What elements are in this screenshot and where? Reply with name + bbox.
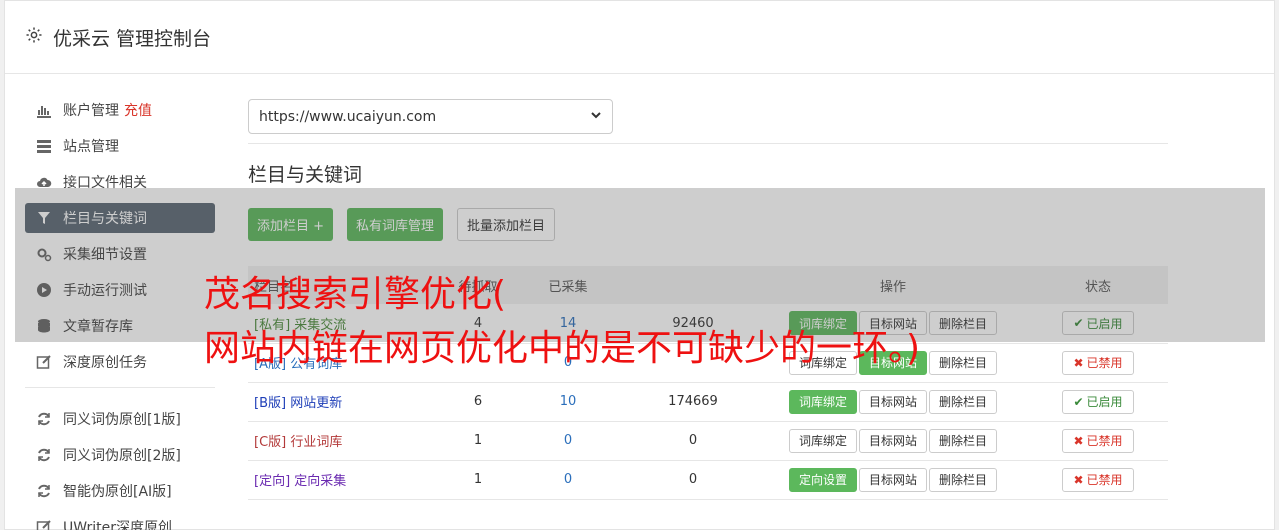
pending-cell: 1 <box>473 433 483 448</box>
bar-chart-icon <box>35 101 53 119</box>
pending-cell: 6 <box>473 394 483 409</box>
collected-cell: 0 <box>688 472 698 487</box>
pending-count: 0 <box>563 472 573 487</box>
collected-cell: 0 <box>688 433 698 448</box>
status-cell: ✖ 已禁用 <box>1028 343 1168 382</box>
sidebar-item-label: 同义词伪原创[2版] <box>63 448 181 464</box>
actions-cell: 定向设置 目标网站 删除栏目 <box>758 460 1028 499</box>
collected-cell: 174669 <box>668 394 718 409</box>
bind-lexicon-button[interactable]: 词库绑定 <box>788 389 857 414</box>
pending-count: 10 <box>559 394 577 409</box>
overlay-line-2: 网站内链在网页优化中的是不可缺少的一环。) <box>204 328 921 369</box>
page-title: 优采云 管理控制台 <box>53 27 212 50</box>
refresh-icon <box>35 482 53 500</box>
status-button[interactable]: ✖ 已禁用 <box>1062 428 1134 453</box>
sidebar-divider <box>25 387 215 388</box>
status-button[interactable]: ✖ 已禁用 <box>1062 350 1134 375</box>
edit-icon <box>35 353 53 371</box>
status-button[interactable]: ✖ 已禁用 <box>1062 467 1134 492</box>
column-tag: [B版] <box>254 396 287 411</box>
sidebar-item[interactable]: 智能伪原创[AI版] <box>25 476 215 506</box>
status-cell: ✔ 已启用 <box>1028 382 1168 421</box>
site-select-value: https://www.ucaiyun.com <box>259 108 437 125</box>
status-mark-icon: ✔ <box>1073 394 1084 409</box>
column-name-cell[interactable]: [B版] 网站更新 <box>248 382 448 421</box>
section-title: 栏目与关键词 <box>248 164 363 186</box>
sidebar-item-label: 站点管理 <box>63 139 119 155</box>
table-row: [C版] 行业词库 1 0 0 词库绑定 目标网站 删除栏目 ✖ 已禁用 <box>248 421 1168 460</box>
delete-column-button[interactable]: 删除栏目 <box>929 467 998 492</box>
refresh-icon <box>35 410 53 428</box>
sidebar-item[interactable]: 账户管理 充值 <box>25 95 215 125</box>
column-name-cell[interactable]: [定向] 定向采集 <box>248 460 448 499</box>
gear-icon <box>25 26 43 48</box>
sidebar-item-label: 账户管理 <box>63 103 119 119</box>
status-button[interactable]: ✔ 已启用 <box>1062 389 1134 414</box>
table-row: [定向] 定向采集 1 0 0 定向设置 目标网站 删除栏目 ✖ 已禁用 <box>248 460 1168 499</box>
sidebar-item-label: 深度原创任务 <box>63 355 147 371</box>
sidebar-item[interactable]: 深度原创任务 <box>25 347 215 377</box>
divider <box>248 143 1168 144</box>
column-tag: [C版] <box>254 435 287 450</box>
status-cell: ✖ 已禁用 <box>1028 460 1168 499</box>
status-cell: ✖ 已禁用 <box>1028 421 1168 460</box>
status-mark-icon: ✖ <box>1073 472 1084 487</box>
sidebar-item-label: UWriter深度原创 <box>63 520 172 530</box>
column-tag: [定向] <box>254 474 291 489</box>
column-name-cell[interactable]: [C版] 行业词库 <box>248 421 448 460</box>
actions-cell: 词库绑定 目标网站 删除栏目 <box>758 382 1028 421</box>
target-site-button[interactable]: 目标网站 <box>858 389 927 414</box>
pending-count: 0 <box>563 433 573 448</box>
target-site-button[interactable]: 目标网站 <box>858 467 927 492</box>
delete-column-button[interactable]: 删除栏目 <box>929 389 998 414</box>
delete-column-button[interactable]: 删除栏目 <box>929 350 998 375</box>
column-name: 行业词库 <box>290 435 343 450</box>
sidebar-item-label: 智能伪原创[AI版] <box>63 484 172 500</box>
site-select[interactable]: https://www.ucaiyun.com <box>248 99 613 134</box>
bind-lexicon-button[interactable]: 词库绑定 <box>788 428 857 453</box>
chevron-down-icon <box>590 109 602 125</box>
status-mark-icon: ✖ <box>1073 355 1084 370</box>
recharge-link[interactable]: 充值 <box>124 100 152 120</box>
overlay-line-1: 茂名搜索引擎优化( <box>204 274 507 315</box>
delete-column-button[interactable]: 删除栏目 <box>929 428 998 453</box>
status-label: 已禁用 <box>1086 356 1123 370</box>
pending-cell: 1 <box>473 472 483 487</box>
sidebar-item[interactable]: 站点管理 <box>25 131 215 161</box>
server-icon <box>35 137 53 155</box>
sidebar-item-label: 同义词伪原创[1版] <box>63 412 181 428</box>
refresh-icon <box>35 446 53 464</box>
status-mark-icon: ✖ <box>1073 433 1084 448</box>
sidebar-item[interactable]: 同义词伪原创[1版] <box>25 404 215 434</box>
edit-icon <box>35 518 53 530</box>
status-label: 已禁用 <box>1086 434 1123 448</box>
sidebar-item[interactable]: 同义词伪原创[2版] <box>25 440 215 470</box>
header: 优采云 管理控制台 <box>5 1 1274 74</box>
actions-cell: 词库绑定 目标网站 删除栏目 <box>758 421 1028 460</box>
column-name: 网站更新 <box>290 396 343 411</box>
sidebar-item[interactable]: UWriter深度原创 <box>25 512 215 530</box>
bind-lexicon-button[interactable]: 定向设置 <box>788 467 857 492</box>
overlay-text: 茂名搜索引擎优化( 网站内链在网页优化中的是不可缺少的一环。) <box>204 268 920 376</box>
table-row: [B版] 网站更新 6 10 174669 词库绑定 目标网站 删除栏目 ✔ 已启用 <box>248 382 1168 421</box>
column-name: 定向采集 <box>294 474 347 489</box>
target-site-button[interactable]: 目标网站 <box>858 428 927 453</box>
status-label: 已启用 <box>1086 395 1123 409</box>
status-label: 已禁用 <box>1086 473 1123 487</box>
